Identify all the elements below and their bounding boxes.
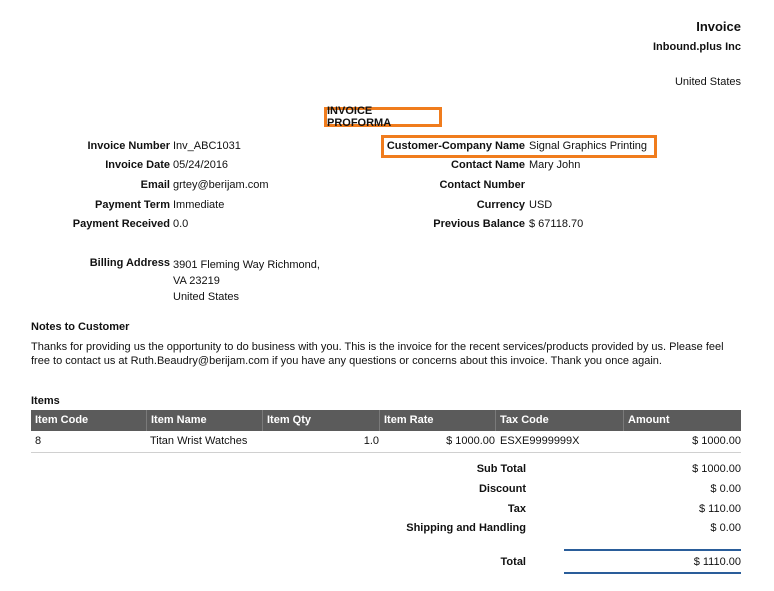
document-title: Invoice: [696, 19, 741, 34]
company-name: Inbound.plus Inc: [653, 41, 741, 53]
billing-address: 3901 Fleming Way Richmond, VA 23219 Unit…: [173, 257, 320, 305]
billing-line-3: United States: [173, 291, 240, 303]
total-top-line: [564, 549, 741, 551]
shipping-value: $ 0.00: [710, 522, 741, 534]
customer-company-label: Customer-Company Name: [386, 140, 525, 152]
contact-name-value: Mary John: [529, 159, 581, 171]
billing-address-label: Billing Address: [89, 257, 170, 269]
contact-number-label: Contact Number: [439, 179, 525, 191]
shipping-label: Shipping and Handling: [406, 522, 526, 534]
items-table-header: Item Code Item Name Item Qty Item Rate T…: [31, 410, 741, 431]
payment-term-value: Immediate: [173, 199, 225, 211]
currency-value: USD: [529, 199, 553, 211]
contact-name-label: Contact Name: [451, 159, 525, 171]
customer-company-value: Signal Graphics Printing: [529, 140, 648, 152]
col-item-code: Item Code: [31, 410, 147, 431]
previous-balance-value: $ 67118.70: [529, 218, 584, 230]
notes-text: Thanks for providing us the opportunity …: [31, 341, 724, 367]
payment-term-label: Payment Term: [95, 199, 170, 211]
invoice-number-label: Invoice Number: [87, 140, 170, 152]
cell-item-code: 8: [35, 435, 42, 447]
col-item-qty: Item Qty: [263, 410, 380, 431]
cell-item-name: Titan Wrist Watches: [150, 435, 248, 447]
total-bottom-line: [564, 572, 741, 574]
cell-item-rate: $ 1000.00: [446, 435, 495, 447]
total-value: $ 1110.00: [693, 556, 741, 568]
table-row: 8 Titan Wrist Watches 1.0 $ 1000.00 ESXE…: [31, 431, 741, 453]
discount-value: $ 0.00: [710, 483, 741, 495]
col-amount: Amount: [628, 414, 670, 426]
tax-value: $ 110.00: [698, 503, 741, 515]
cell-amount: $ 1000.00: [692, 435, 741, 447]
payment-received-value: 0.0: [173, 218, 189, 230]
cell-item-qty: 1.0: [363, 435, 379, 447]
col-tax-code: Tax Code: [496, 410, 624, 431]
items-title: Items: [31, 395, 60, 407]
payment-received-label: Payment Received: [72, 218, 170, 230]
company-country: United States: [674, 76, 741, 88]
proforma-title-text: INVOICE PROFORMA: [327, 105, 392, 129]
col-item-name: Item Name: [147, 410, 263, 431]
cell-tax-code: ESXE9999999X: [500, 435, 580, 447]
invoice-date-value: 05/24/2016: [173, 159, 229, 171]
invoice-date-label: Invoice Date: [105, 159, 170, 171]
discount-label: Discount: [478, 483, 526, 495]
currency-label: Currency: [476, 199, 525, 211]
billing-line-1: 3901 Fleming Way Richmond,: [173, 259, 320, 271]
email-value: grtey@berijam.com: [173, 179, 269, 191]
notes-title: Notes to Customer: [31, 321, 130, 333]
subtotal-value: $ 1000.00: [692, 463, 741, 475]
invoice-number-value: Inv_ABC1031: [173, 140, 241, 152]
proforma-title: INVOICE PROFORMA: [324, 105, 442, 129]
col-item-rate: Item Rate: [380, 410, 496, 431]
tax-label: Tax: [507, 503, 526, 515]
email-label: Email: [140, 179, 170, 191]
billing-line-2: VA 23219: [173, 275, 220, 287]
previous-balance-label: Previous Balance: [433, 218, 525, 230]
subtotal-label: Sub Total: [476, 463, 526, 475]
total-label: Total: [500, 556, 526, 568]
